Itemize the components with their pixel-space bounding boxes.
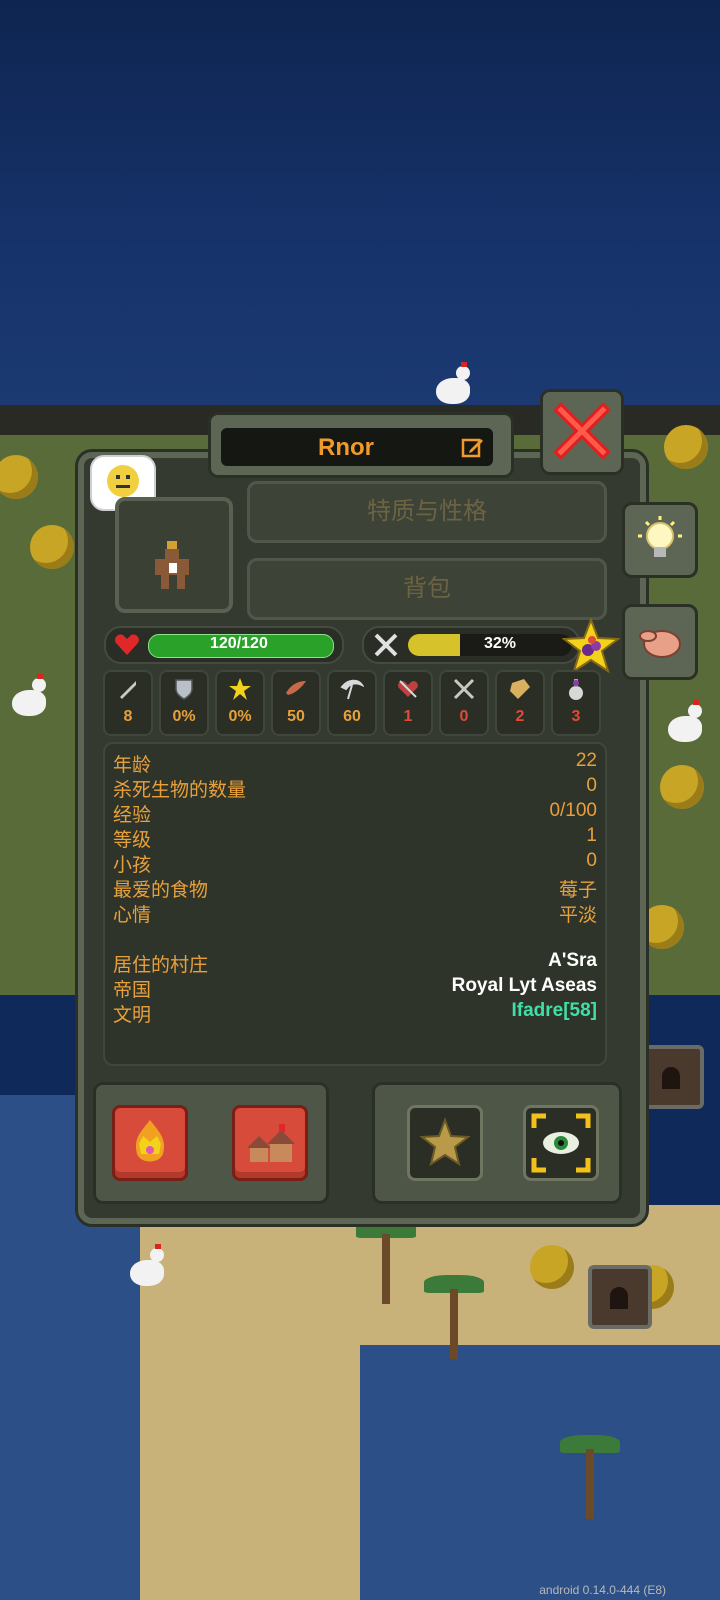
potion-icon bbox=[569, 679, 583, 700]
kill-heart-icon bbox=[398, 680, 418, 698]
health-bar: 120/120 bbox=[104, 626, 344, 664]
chicken[interactable] bbox=[668, 700, 702, 742]
lightbulb-icon bbox=[638, 516, 682, 557]
stat-kills: 1 bbox=[383, 670, 433, 736]
inventory-button[interactable]: 背包 bbox=[247, 558, 607, 620]
heart-icon bbox=[115, 634, 139, 655]
chicken[interactable] bbox=[130, 1244, 164, 1286]
stat-attack-speed: 60 bbox=[327, 670, 377, 736]
tab-body-part[interactable] bbox=[622, 604, 698, 680]
action-group-right bbox=[372, 1082, 622, 1204]
fork-spoon-icon bbox=[374, 633, 398, 657]
info-row-culture[interactable]: 文明 Ifadre[58] bbox=[113, 1000, 597, 1026]
info-row-village[interactable]: 居住的村庄 A'Sra bbox=[113, 950, 597, 976]
stat-crit: 0% bbox=[215, 670, 265, 736]
unit-avatar bbox=[155, 541, 189, 589]
info-row-level: 等级 1 bbox=[113, 825, 597, 851]
make-village-leader-button[interactable] bbox=[232, 1105, 308, 1181]
traits-button[interactable]: 特质与性格 bbox=[247, 481, 607, 543]
info-row-exp: 经验 0/100 bbox=[113, 800, 597, 826]
chicken[interactable] bbox=[12, 674, 46, 716]
stat-scrolls: 2 bbox=[495, 670, 545, 736]
crossed-swords-icon bbox=[453, 678, 475, 700]
tab-traits-lightbulb[interactable] bbox=[622, 502, 698, 578]
close-icon[interactable] bbox=[553, 402, 611, 460]
name-header: Rnor bbox=[208, 412, 514, 478]
info-row-favorite-food: 最爱的食物 莓子 bbox=[113, 880, 597, 901]
close-button-frame bbox=[540, 389, 624, 475]
star-icon bbox=[419, 1117, 471, 1167]
night-sky bbox=[0, 0, 720, 420]
info-row-kills: 杀死生物的数量 0 bbox=[113, 775, 597, 801]
hunger-bar: 32% bbox=[362, 626, 580, 664]
scroll-icon bbox=[510, 679, 530, 699]
hunger-fill bbox=[408, 634, 461, 656]
unit-avatar-frame bbox=[115, 497, 233, 613]
health-value: 120/120 bbox=[210, 635, 268, 652]
version-label: android 0.14.0-444 (E8) bbox=[539, 1583, 666, 1597]
sword-icon bbox=[120, 681, 136, 699]
stat-potions: 3 bbox=[551, 670, 601, 736]
follow-camera-button[interactable] bbox=[523, 1105, 599, 1181]
make-king-button[interactable] bbox=[112, 1105, 188, 1181]
crit-star-icon bbox=[229, 678, 251, 700]
scythe-icon bbox=[340, 679, 364, 700]
action-group-left bbox=[93, 1082, 329, 1204]
stat-armor: 0% bbox=[159, 670, 209, 736]
info-row-children: 小孩 0 bbox=[113, 850, 597, 876]
favorite-food-star-icon[interactable] bbox=[562, 618, 620, 674]
village-houses-icon bbox=[247, 1124, 295, 1162]
unit-name: Rnor bbox=[318, 434, 374, 461]
info-row-mood: 心情 平淡 bbox=[113, 905, 597, 926]
stat-damage: 8 bbox=[103, 670, 153, 736]
info-row-kingdom[interactable]: 帝国 Royal Lyt Aseas bbox=[113, 975, 597, 1001]
meat-hand-icon bbox=[639, 630, 681, 658]
shield-icon bbox=[175, 679, 193, 700]
edit-name-icon[interactable] bbox=[461, 435, 485, 459]
stat-speed: 50 bbox=[271, 670, 321, 736]
hunger-value: 32% bbox=[484, 635, 517, 652]
stat-battles: 0 bbox=[439, 670, 489, 736]
favorite-button[interactable] bbox=[407, 1105, 483, 1181]
crown-fire-icon bbox=[135, 1120, 165, 1162]
speed-wing-icon bbox=[286, 681, 306, 695]
info-row-age: 年龄 22 bbox=[113, 750, 597, 776]
unit-info-list: 年龄 22 杀死生物的数量 0 经验 0/100 等级 1 小孩 0 最爱的食物 莓子 心情… bbox=[103, 742, 607, 1066]
eye-focus-icon bbox=[531, 1113, 591, 1173]
chicken[interactable] bbox=[436, 362, 470, 404]
name-field[interactable]: Rnor bbox=[221, 428, 493, 466]
